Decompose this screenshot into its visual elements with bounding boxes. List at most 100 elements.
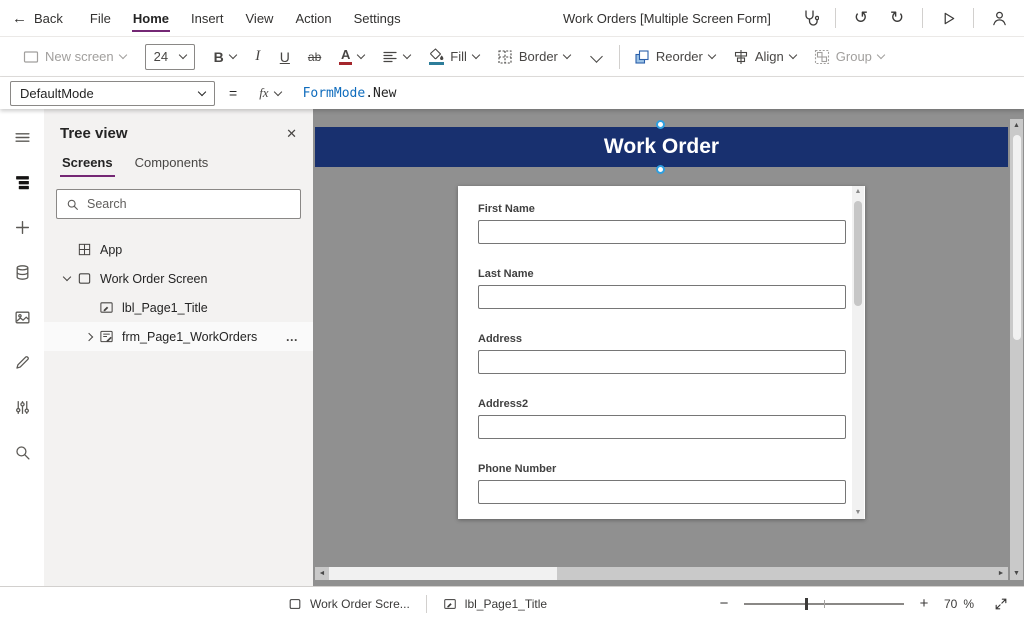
strikethrough-button[interactable]: ab [299,41,330,73]
tree-item-work-order-screen[interactable]: Work Order Screen [44,264,313,293]
zoom-slider-handle[interactable] [805,598,808,610]
text-align-button[interactable] [373,41,419,73]
chevron-down-icon[interactable] [58,277,76,280]
share-user-button[interactable] [984,3,1014,33]
phone-number-input[interactable] [478,480,846,504]
media-button[interactable] [5,299,39,335]
screen-title-label-control[interactable]: Work Order [315,127,1008,167]
formatting-toolbar: New screen 24 B I U ab A [0,37,1024,77]
preview-play-button[interactable] [933,3,963,33]
selection-handle-bottom[interactable] [656,165,665,174]
border-label: Border [519,49,558,64]
divider [835,8,836,28]
design-canvas[interactable]: Work Order First Name Last Name Address … [313,109,1024,586]
property-selector-dropdown[interactable]: DefaultMode [10,81,215,106]
tree-item-lbl-page1-title[interactable]: lbl_Page1_Title [44,293,313,322]
horizontal-scrollbar-thumb[interactable] [329,567,557,580]
formula-input[interactable]: FormMode.New [303,86,397,101]
search-button[interactable] [5,434,39,470]
scroll-right-icon[interactable]: ► [994,567,1008,580]
chevron-down-icon [877,51,885,59]
screen-name: Work Order Scre... [310,597,410,611]
tab-screens[interactable]: Screens [60,152,115,177]
zoom-controls: − + 70 % [716,595,1008,612]
zoom-slider[interactable] [744,603,904,605]
tree-item-frm-page1-workorders[interactable]: frm_Page1_WorkOrders … [44,322,313,351]
tree-view-panel: Tree view ✕ Screens Components App [44,109,313,586]
tree-view-button[interactable] [5,164,39,200]
scroll-up-icon[interactable]: ▲ [1010,119,1023,132]
form-scrollbar-thumb[interactable] [854,201,862,306]
zoom-in-button[interactable]: + [916,595,932,612]
new-screen-label: New screen [45,49,114,64]
statusbar-screen-breadcrumb[interactable]: Work Order Scre... [288,597,410,611]
fill-button[interactable]: Fill [419,41,488,73]
fx-icon: fx [259,85,268,101]
scroll-down-icon[interactable]: ▼ [855,507,862,519]
more-formatting-button[interactable] [579,41,614,73]
italic-button[interactable]: I [245,41,271,73]
tree-search-box [56,189,301,219]
scroll-up-icon[interactable]: ▲ [855,186,862,198]
back-arrow-icon: ← [12,11,27,26]
menu-file[interactable]: File [79,0,122,36]
canvas-horizontal-scrollbar[interactable]: ◄ ► [315,567,1008,580]
undo-button[interactable]: ↺ [846,3,876,33]
data-sources-button[interactable] [5,254,39,290]
reorder-button[interactable]: Reorder [625,41,724,73]
zoom-out-button[interactable]: − [716,595,732,612]
scroll-down-icon[interactable]: ▼ [1010,567,1023,580]
vertical-scrollbar-thumb[interactable] [1013,135,1021,340]
address-input[interactable] [478,350,846,374]
variables-button[interactable] [5,389,39,425]
group-button[interactable]: Group [805,41,893,73]
group-label: Group [836,49,872,64]
border-button[interactable]: Border [488,41,579,73]
advanced-tools-button[interactable] [5,344,39,380]
menu-action[interactable]: Action [284,0,342,36]
work-orders-form-control[interactable]: First Name Last Name Address Address2 Ph… [458,186,865,519]
chevron-down-icon [590,50,603,63]
address2-input[interactable] [478,415,846,439]
item-options-button[interactable]: … [286,330,300,344]
fit-to-window-button[interactable] [994,597,1008,611]
status-bar: Work Order Scre... lbl_Page1_Title − + 7… [0,586,1024,620]
align-button[interactable]: Align [724,41,805,73]
selection-handle-top[interactable] [656,120,665,129]
field-label: Address [478,333,846,345]
formula-bar: DefaultMode = fx FormMode.New [0,77,1024,109]
canvas-vertical-scrollbar[interactable]: ▲ ▼ [1010,119,1023,580]
tab-components[interactable]: Components [133,152,211,177]
app-checker-button[interactable] [795,3,825,33]
statusbar-control-breadcrumb[interactable]: lbl_Page1_Title [443,597,547,611]
form-scrollbar[interactable]: ▲ ▼ [852,186,864,519]
back-button[interactable]: ← Back [12,0,63,36]
font-size-dropdown[interactable]: 24 [145,44,195,70]
close-panel-button[interactable]: ✕ [286,126,297,142]
menu-view[interactable]: View [235,0,285,36]
align-text-icon [382,49,398,65]
scroll-left-icon[interactable]: ◄ [315,567,329,580]
divider [426,595,427,613]
tree-item-label: frm_Page1_WorkOrders [122,330,257,344]
field-label: First Name [478,203,846,215]
redo-button[interactable]: ↻ [882,3,912,33]
menu-home[interactable]: Home [122,0,180,36]
search-icon [66,198,79,211]
bold-button[interactable]: B [205,41,245,73]
menu-toggle-button[interactable] [5,119,39,155]
search-input[interactable] [87,197,291,211]
menu-settings[interactable]: Settings [343,0,412,36]
font-color-button[interactable]: A [330,41,373,73]
first-name-input[interactable] [478,220,846,244]
menu-insert[interactable]: Insert [180,0,235,36]
fx-button[interactable]: fx [251,85,288,101]
chevron-right-icon[interactable] [80,334,98,340]
formula-token-member: New [373,86,396,101]
last-name-input[interactable] [478,285,846,309]
underline-button[interactable]: U [271,41,299,73]
insert-button[interactable] [5,209,39,245]
divider [619,45,620,69]
tree-item-app[interactable]: App [44,235,313,264]
new-screen-button[interactable]: New screen [14,41,135,73]
